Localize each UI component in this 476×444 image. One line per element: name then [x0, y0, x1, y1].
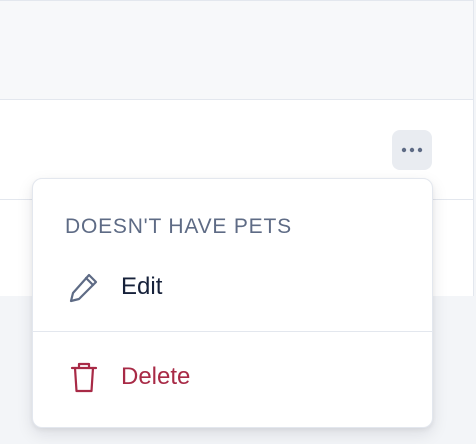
edit-menu-item[interactable]: Edit — [33, 257, 432, 317]
delete-menu-item[interactable]: Delete — [33, 347, 432, 407]
menu-heading: DOESN'T HAVE PETS — [65, 215, 292, 238]
edit-label: Edit — [121, 273, 163, 300]
delete-label: Delete — [121, 363, 191, 390]
more-actions-button[interactable] — [392, 130, 432, 170]
pencil-icon — [67, 270, 101, 304]
menu-divider — [33, 331, 432, 332]
more-horizontal-icon — [401, 147, 423, 153]
actions-dropdown-menu: DOESN'T HAVE PETS Edit Delete — [32, 178, 433, 428]
table-row — [0, 0, 473, 100]
trash-icon — [67, 360, 101, 394]
